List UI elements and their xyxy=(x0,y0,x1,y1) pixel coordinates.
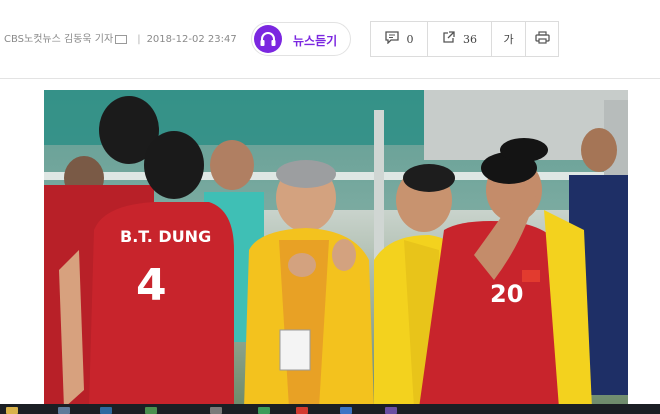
share-count: 36 xyxy=(463,32,477,46)
os-taskbar xyxy=(0,404,660,414)
share-button[interactable]: 36 xyxy=(428,22,492,56)
comment-button[interactable]: 0 xyxy=(371,22,428,56)
taskbar-app-icon[interactable] xyxy=(385,407,397,414)
taskbar-app-icon[interactable] xyxy=(210,407,222,414)
print-icon xyxy=(534,31,550,47)
photo-scene: B.T. DUNG 4 20 xyxy=(44,90,628,408)
article-header: CBS노컷뉴스 김동욱 기자 | 2018-12-02 23:47 뉴스듣기 0 3… xyxy=(0,0,660,79)
taskbar-app-icon[interactable] xyxy=(6,407,18,414)
taskbar-app-icon[interactable] xyxy=(58,407,70,414)
article-photo: B.T. DUNG 4 20 xyxy=(44,90,628,408)
listen-news-button[interactable]: 뉴스듣기 xyxy=(251,22,351,56)
font-size-button[interactable]: 가 xyxy=(492,22,526,56)
jersey-name: B.T. DUNG xyxy=(120,227,211,246)
mail-icon[interactable] xyxy=(115,34,128,44)
taskbar-app-icon[interactable] xyxy=(258,407,270,414)
headphones-icon xyxy=(254,25,282,53)
share-icon xyxy=(442,31,455,47)
article-toolbar: 0 36 가 xyxy=(370,21,559,57)
article-timestamp: 2018-12-02 23:47 xyxy=(146,34,237,45)
listen-news-label: 뉴스듣기 xyxy=(293,34,338,48)
comment-icon xyxy=(384,31,399,47)
font-size-label: 가 xyxy=(503,33,514,46)
byline-separator: | xyxy=(137,34,141,45)
reporter-name[interactable]: CBS노컷뉴스 김동욱 기자 xyxy=(4,34,113,45)
taskbar-app-icon[interactable] xyxy=(145,407,157,414)
taskbar-app-icon[interactable] xyxy=(296,407,308,414)
comment-count: 0 xyxy=(406,32,414,46)
taskbar-app-icon[interactable] xyxy=(340,407,352,414)
print-button[interactable] xyxy=(526,22,558,56)
article-byline: CBS노컷뉴스 김동욱 기자 | 2018-12-02 23:47 xyxy=(4,30,237,45)
taskbar-app-icon[interactable] xyxy=(100,407,112,414)
jersey-number-right: 20 xyxy=(490,280,523,308)
jersey-number: 4 xyxy=(136,260,167,311)
